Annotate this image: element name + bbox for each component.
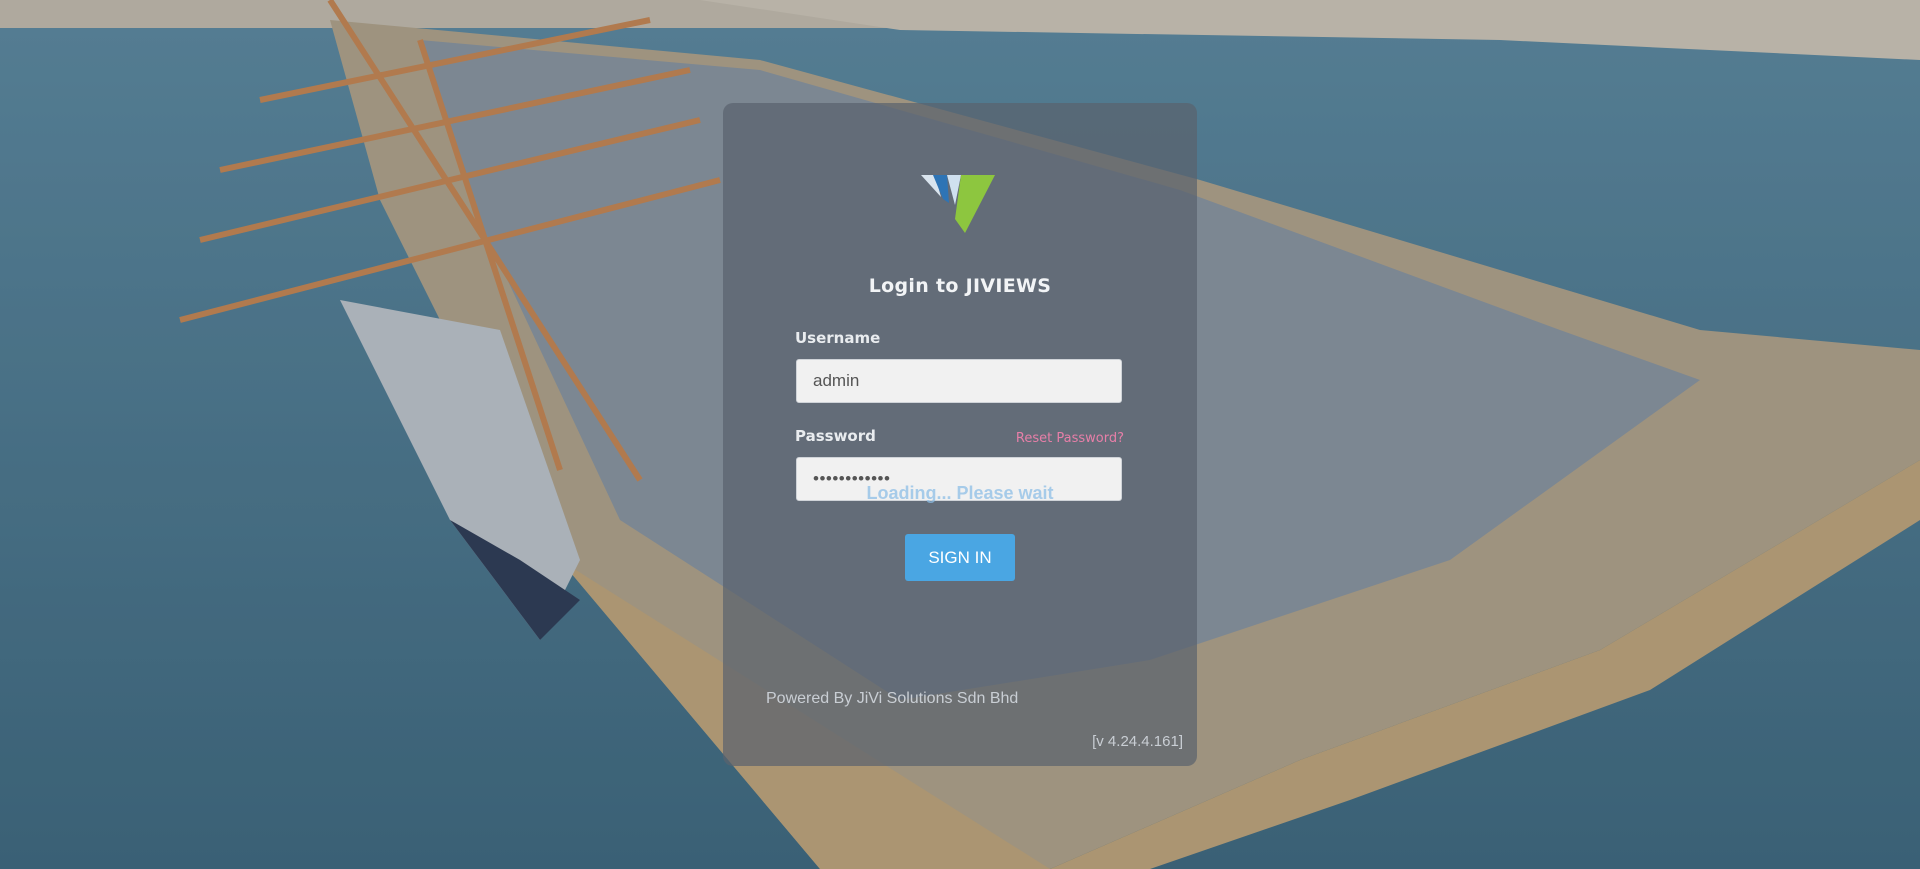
username-input[interactable]: [796, 359, 1122, 403]
login-title: Login to JIVIEWS: [868, 275, 1052, 297]
reset-password-link[interactable]: Reset Password?: [1016, 431, 1124, 446]
login-panel: Login to JIVIEWS Username Password Reset…: [723, 103, 1197, 766]
sign-in-button[interactable]: SIGN IN: [905, 534, 1015, 581]
username-label: Username: [795, 329, 881, 347]
version-text: [v 4.24.4.161]: [1092, 733, 1183, 750]
jiviews-logo-icon: [921, 175, 995, 233]
powered-by-text: Powered By JiVi Solutions Sdn Bhd: [766, 690, 1019, 707]
password-input[interactable]: [796, 457, 1122, 501]
password-label: Password: [795, 427, 876, 445]
